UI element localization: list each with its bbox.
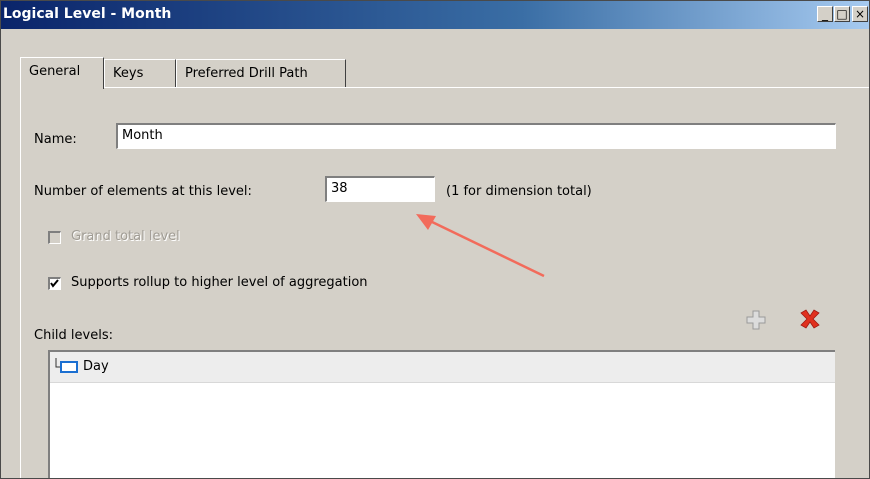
tab-preferred-drill-path[interactable]: Preferred Drill Path [176, 59, 346, 87]
tab-preferred-drill-path-label: Preferred Drill Path [185, 66, 308, 81]
close-button[interactable]: × [852, 6, 868, 22]
dialog-window: Logical Level - Month _ □ × General Keys… [0, 0, 870, 479]
tab-keys-label: Keys [113, 66, 144, 81]
maximize-button[interactable]: □ [834, 6, 850, 22]
window-title: Logical Level - Month [3, 6, 172, 22]
minimize-button[interactable]: _ [817, 6, 833, 22]
tab-general[interactable]: General [20, 57, 104, 89]
title-bar[interactable]: Logical Level - Month _ □ × [1, 1, 869, 29]
tab-keys[interactable]: Keys [104, 59, 176, 87]
tab-general-label: General [29, 64, 81, 79]
general-tab-panel [20, 87, 869, 478]
